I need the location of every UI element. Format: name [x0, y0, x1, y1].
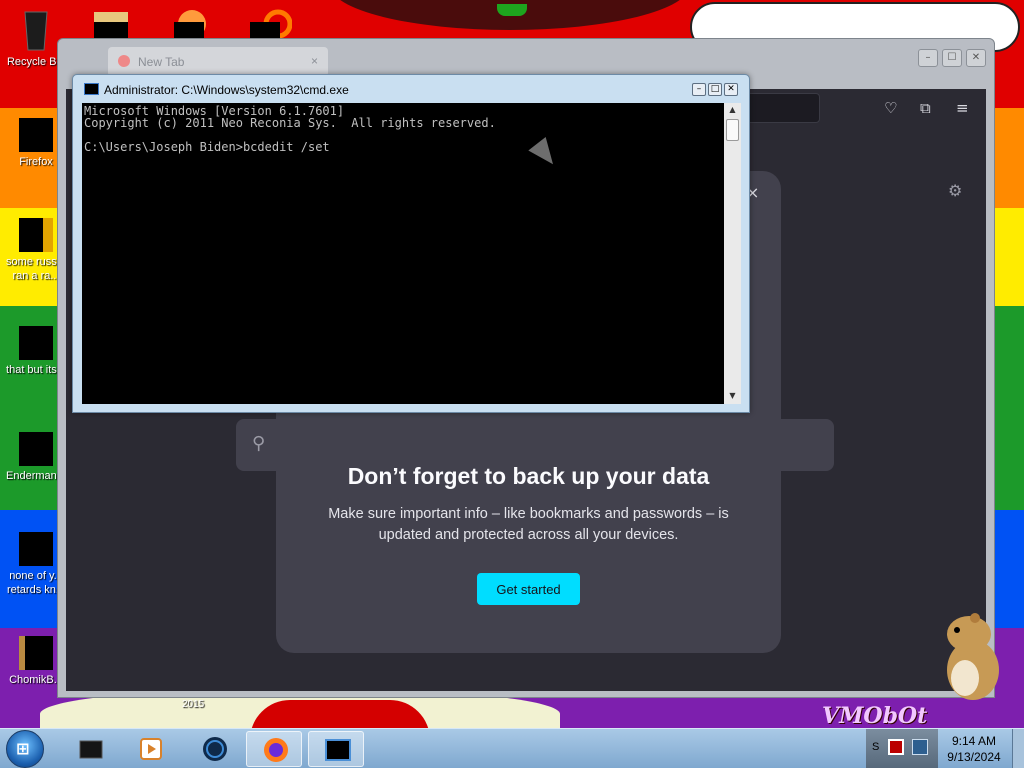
tab-close-icon[interactable]: × [311, 54, 318, 68]
cmd-minimize-button[interactable]: – [692, 83, 706, 96]
firefox-icon [19, 118, 53, 152]
clock-time: 9:14 AM [951, 734, 997, 748]
taskbar-explorer[interactable] [62, 731, 118, 767]
console-icon [84, 83, 99, 95]
taskbar-cmd[interactable] [308, 731, 364, 767]
console-prompt-line: C:\Users\Joseph Biden>bcdedit /set [84, 140, 330, 154]
start-button[interactable]: ⊞ [6, 730, 44, 768]
show-desktop-button[interactable] [1012, 729, 1024, 768]
enderman-icon [19, 432, 53, 466]
browser-maximize-button[interactable]: ☐ [942, 49, 962, 67]
app-icon [174, 10, 206, 40]
menu-icon[interactable]: ≡ [956, 99, 969, 117]
gear-icon[interactable]: ⚙ [948, 181, 962, 200]
cmd-maximize-button[interactable]: □ [708, 83, 722, 96]
wallpaper-eyes [497, 4, 527, 16]
console-output[interactable]: Microsoft Windows [Version 6.1.7601] Copy… [82, 103, 724, 404]
taskbar-globe[interactable] [186, 731, 242, 767]
windows-logo-icon: ⊞ [16, 739, 30, 758]
system-tray: S [866, 729, 938, 768]
hamster-file-icon [19, 636, 53, 670]
console-line: Copyright (c) 2011 Neo Reconia Sys. All … [84, 116, 496, 130]
cmd-scrollbar[interactable]: ▲ ▼ [724, 103, 741, 404]
image-file-icon [19, 532, 53, 566]
clock[interactable]: 9:14 AM 9/13/2024 [938, 729, 1010, 768]
folder-icon [94, 12, 128, 38]
action-center-icon[interactable] [888, 739, 904, 755]
wallpaper-art-bottom-red [250, 700, 430, 728]
cmd-titlebar[interactable]: Administrator: C:\Windows\system32\cmd.e… [73, 75, 749, 103]
hamster-pet [947, 613, 999, 700]
desktop-shortcut-app[interactable] [170, 8, 214, 40]
tab-new-tab[interactable]: New Tab × [108, 47, 328, 77]
extensions-icon[interactable]: ⧉ [920, 99, 931, 117]
firefox-icon [264, 738, 288, 762]
cmd-close-button[interactable]: ✕ [724, 83, 738, 96]
browser-minimize-button[interactable]: – [918, 49, 938, 67]
desktop-shortcut-app2[interactable] [248, 8, 293, 40]
taskbar-media-player[interactable] [122, 731, 178, 767]
pocket-icon[interactable]: ♡ [884, 99, 897, 117]
card-title: Don’t forget to back up your data [347, 463, 710, 489]
browser-close-button[interactable]: ✕ [966, 49, 986, 67]
tray-overflow-button[interactable]: S [872, 741, 879, 753]
wallpaper-text: VMObOt [822, 703, 928, 728]
card-body: Make sure important info – like bookmark… [328, 506, 729, 543]
search-icon: ⚲ [252, 433, 266, 454]
desktop-shortcut-folder[interactable] [92, 8, 136, 40]
scroll-down-icon[interactable]: ▼ [724, 391, 741, 400]
get-started-button[interactable]: Get started [477, 573, 580, 605]
cmd-window: Administrator: C:\Windows\system32\cmd.e… [72, 74, 750, 413]
network-icon[interactable] [912, 739, 928, 755]
scroll-thumb[interactable] [726, 119, 739, 141]
explorer-icon [79, 740, 103, 759]
desktop-year-caption: 2015 [182, 699, 205, 710]
taskbar: ⊞ S 9:14 AM 9/13/2024 [0, 728, 1024, 768]
file-icon [19, 326, 53, 360]
taskbar-firefox[interactable] [246, 731, 302, 767]
tab-label: New Tab [138, 55, 185, 69]
firefox-tab-icon [118, 55, 130, 67]
scroll-up-icon[interactable]: ▲ [724, 105, 741, 114]
recycle-bin-icon [24, 11, 48, 51]
cmd-title: Administrator: C:\Windows\system32\cmd.e… [104, 83, 349, 97]
image-file-icon [19, 218, 53, 252]
globe-icon [203, 737, 227, 761]
app-icon-2 [250, 9, 293, 40]
clock-date: 9/13/2024 [947, 750, 1001, 764]
cmd-icon [325, 739, 351, 761]
media-player-icon [140, 738, 162, 760]
